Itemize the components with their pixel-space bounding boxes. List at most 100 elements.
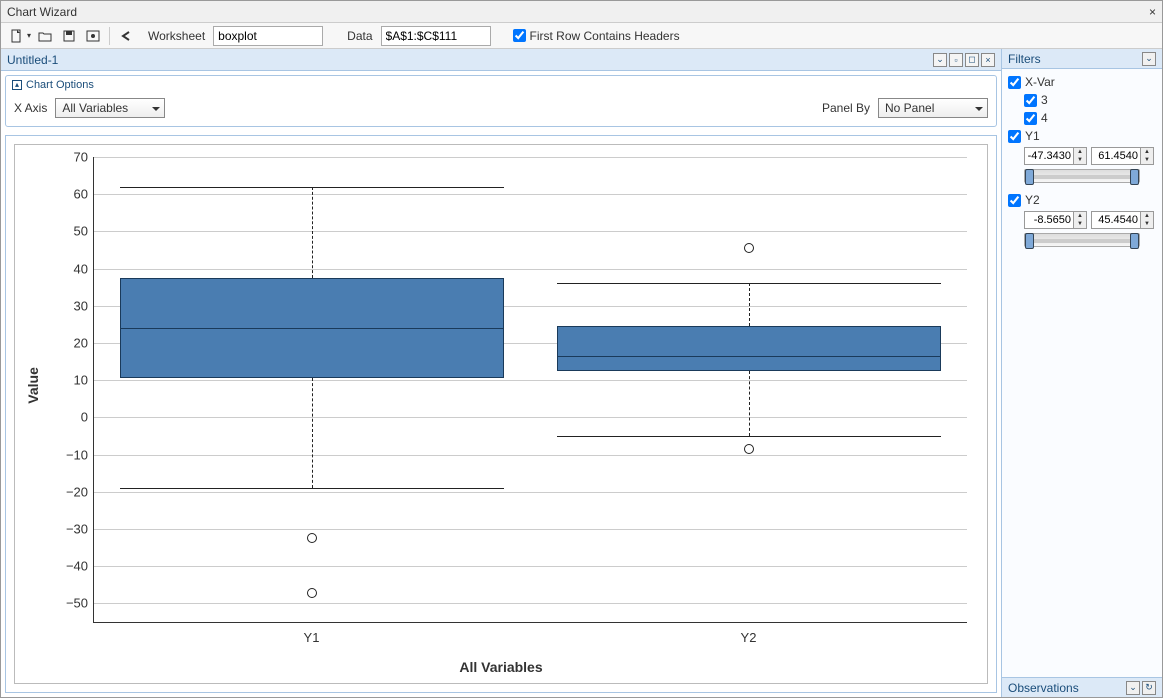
y-tick: 70 xyxy=(58,150,88,165)
doc-collapse-up-icon[interactable]: ⌄ xyxy=(933,53,947,67)
whisker-cap xyxy=(120,187,504,188)
new-button[interactable] xyxy=(7,26,27,46)
xaxis-select[interactable]: All Variables xyxy=(55,98,165,118)
y2-min-spinner[interactable]: ▲▼ xyxy=(1024,211,1087,229)
open-button[interactable] xyxy=(35,26,55,46)
back-button[interactable] xyxy=(116,26,136,46)
spin-down-icon[interactable]: ▼ xyxy=(1074,220,1086,228)
filter-y2-label: Y2 xyxy=(1025,193,1040,207)
gridline xyxy=(94,492,967,493)
spin-up-icon[interactable]: ▲ xyxy=(1141,148,1153,156)
y2-slider[interactable] xyxy=(1024,233,1140,247)
whisker-cap xyxy=(557,436,941,437)
obs-expand-icon[interactable]: ⌄ xyxy=(1126,681,1140,695)
y-tick: 40 xyxy=(58,261,88,276)
worksheet-label: Worksheet xyxy=(148,29,205,43)
y-tick: 20 xyxy=(58,336,88,351)
whisker xyxy=(749,283,750,326)
toolbar-separator xyxy=(109,27,110,45)
slider-handle-left[interactable] xyxy=(1025,233,1034,249)
median xyxy=(557,356,941,357)
filter-y2-checkbox[interactable] xyxy=(1008,194,1021,207)
filters-title: Filters xyxy=(1008,52,1041,66)
filter-xvar-label: X-Var xyxy=(1025,75,1055,89)
worksheet-input[interactable] xyxy=(213,26,323,46)
median xyxy=(120,328,504,329)
chart-panel: Value −50−40−30−20−10010203040506070 All… xyxy=(5,135,997,693)
y1-min-spinner[interactable]: ▲▼ xyxy=(1024,147,1087,165)
y-tick: −10 xyxy=(58,447,88,462)
slider-handle-left[interactable] xyxy=(1025,169,1034,185)
slider-handle-right[interactable] xyxy=(1130,169,1139,185)
outlier xyxy=(744,243,754,253)
y1-min-input[interactable] xyxy=(1025,150,1073,162)
chart-options-collapse-icon[interactable]: ▴ xyxy=(12,80,22,90)
box-Y2 xyxy=(557,326,941,371)
y2-min-input[interactable] xyxy=(1025,214,1073,226)
filter-y2[interactable]: Y2 xyxy=(1008,193,1156,207)
filter-xvar[interactable]: X-Var xyxy=(1008,75,1156,89)
data-input[interactable] xyxy=(381,26,491,46)
doc-maximize-icon[interactable]: ◻ xyxy=(965,53,979,67)
page-icon xyxy=(10,29,24,43)
gridline xyxy=(94,455,967,456)
arrow-left-icon xyxy=(119,29,133,43)
spin-down-icon[interactable]: ▼ xyxy=(1141,220,1153,228)
gridline xyxy=(94,603,967,604)
category-label: Y2 xyxy=(741,630,757,645)
y1-max-spinner[interactable]: ▲▼ xyxy=(1091,147,1154,165)
panelby-select[interactable]: No Panel xyxy=(878,98,988,118)
whisker xyxy=(312,187,313,278)
save-button[interactable] xyxy=(59,26,79,46)
filter-y1-checkbox[interactable] xyxy=(1008,130,1021,143)
headers-check-label: First Row Contains Headers xyxy=(530,29,680,43)
outlier xyxy=(744,444,754,454)
chart-options: ▴ Chart Options X Axis All Variables Pan… xyxy=(5,75,997,127)
document-title: Untitled-1 xyxy=(7,53,58,67)
filter-xvar-4-checkbox[interactable] xyxy=(1024,112,1037,125)
y1-max-input[interactable] xyxy=(1092,150,1140,162)
whisker xyxy=(749,371,750,436)
spin-up-icon[interactable]: ▲ xyxy=(1074,148,1086,156)
y2-max-input[interactable] xyxy=(1092,214,1140,226)
y-tick: 30 xyxy=(58,298,88,313)
filter-xvar-item-3[interactable]: 3 xyxy=(1024,93,1156,107)
y-tick: 0 xyxy=(58,410,88,425)
filter-xvar-3-checkbox[interactable] xyxy=(1024,94,1037,107)
spin-up-icon[interactable]: ▲ xyxy=(1141,212,1153,220)
window-title: Chart Wizard xyxy=(7,5,77,19)
y-tick: −20 xyxy=(58,484,88,499)
obs-refresh-icon[interactable]: ↻ xyxy=(1142,681,1156,695)
filter-y1-label: Y1 xyxy=(1025,129,1040,143)
y-tick: −30 xyxy=(58,522,88,537)
gridline xyxy=(94,269,967,270)
chart-options-title: Chart Options xyxy=(26,79,94,91)
slider-handle-right[interactable] xyxy=(1130,233,1139,249)
toolbar: ▾ Worksheet Data First Row Contains Head… xyxy=(1,23,1162,49)
filter-y1[interactable]: Y1 xyxy=(1008,129,1156,143)
spin-down-icon[interactable]: ▼ xyxy=(1141,156,1153,164)
filter-xvar-checkbox[interactable] xyxy=(1008,76,1021,89)
panelby-label: Panel By xyxy=(822,101,870,115)
filters-collapse-icon[interactable]: ⌄ xyxy=(1142,52,1156,66)
filter-xvar-3-label: 3 xyxy=(1041,93,1048,107)
doc-close-icon[interactable]: × xyxy=(981,53,995,67)
data-label: Data xyxy=(347,29,372,43)
close-icon[interactable]: × xyxy=(1149,5,1156,19)
y-tick: 60 xyxy=(58,187,88,202)
spin-up-icon[interactable]: ▲ xyxy=(1074,212,1086,220)
panelby-select-value: No Panel xyxy=(885,101,934,115)
preview-button[interactable] xyxy=(83,26,103,46)
doc-minimize-icon[interactable]: ▫ xyxy=(949,53,963,67)
spin-down-icon[interactable]: ▼ xyxy=(1074,156,1086,164)
y-axis-label: Value xyxy=(25,367,41,404)
y1-slider[interactable] xyxy=(1024,169,1140,183)
filter-xvar-item-4[interactable]: 4 xyxy=(1024,111,1156,125)
new-dropdown-icon[interactable]: ▾ xyxy=(27,31,31,40)
y2-max-spinner[interactable]: ▲▼ xyxy=(1091,211,1154,229)
headers-checkbox[interactable] xyxy=(513,29,526,42)
gridline xyxy=(94,380,967,381)
plot-area: −50−40−30−20−10010203040506070 xyxy=(93,157,967,623)
outlier xyxy=(307,588,317,598)
headers-check[interactable]: First Row Contains Headers xyxy=(513,29,680,43)
